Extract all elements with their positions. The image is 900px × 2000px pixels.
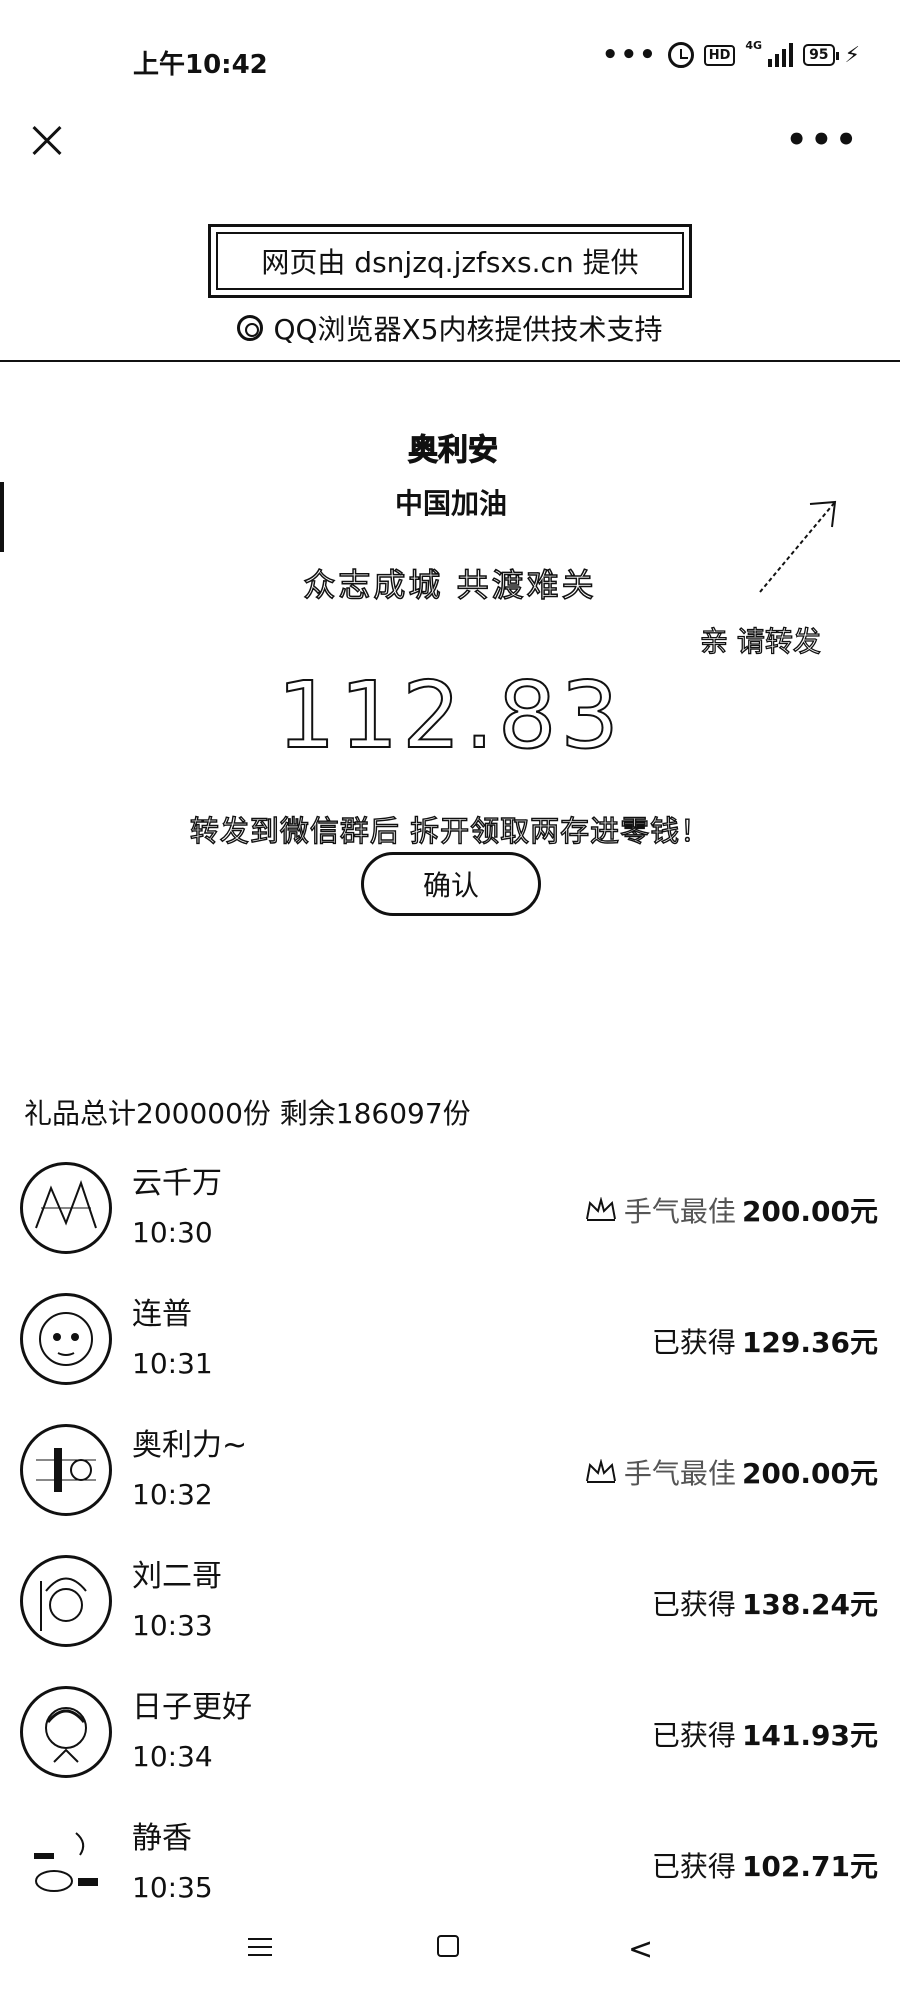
prize-amount: 200.00元 — [741, 1457, 878, 1490]
edge-mark — [0, 482, 4, 552]
red-packet-card: 奥利安 中国加油 众志成城 共渡难关 亲 请转发 112.83 转发到微信群后 … — [0, 362, 900, 1012]
prize-info: 已获得 141.93元 — [652, 1714, 878, 1754]
avatar — [20, 1817, 112, 1909]
recipient-name: 云千万 — [132, 1166, 222, 1201]
alarm-icon — [667, 42, 694, 68]
share-label: 亲 请转发 — [699, 624, 821, 658]
hd-icon: HD — [703, 44, 736, 66]
list-item[interactable]: 刘二哥 10:33 已获得 138.24元 — [0, 1543, 900, 1674]
recipient-time: 10:33 — [132, 1609, 213, 1642]
provider-banner: 网页由 dsnjzq.jzfsxs.cn 提供 — [208, 224, 692, 298]
share-hint: 转发到微信群后 拆开领取两存进零钱！ — [189, 813, 711, 848]
prize-label: 手气最佳 — [623, 1457, 736, 1490]
share-arrow-icon — [759, 500, 837, 593]
list-item[interactable]: 连普 10:31 已获得 129.36元 — [0, 1281, 900, 1412]
more-dots-icon: ••• — [601, 40, 658, 70]
prize-info: 手气最佳 200.00元 — [584, 1452, 878, 1492]
prize-info: 已获得 102.71元 — [652, 1845, 878, 1885]
recipient-name: 刘二哥 — [132, 1559, 222, 1594]
list-item[interactable]: 云千万 10:30 手气最佳 200.00元 — [0, 1150, 900, 1281]
qq-browser-icon — [237, 315, 264, 341]
recipient-time: 10:34 — [132, 1740, 213, 1773]
avatar — [20, 1686, 112, 1778]
packet-amount: 112.83 — [276, 661, 623, 770]
more-options-button[interactable]: ••• — [786, 120, 860, 160]
more-dots-icon: ••• — [785, 120, 860, 160]
prize-amount: 102.71元 — [741, 1850, 878, 1883]
avatar — [20, 1162, 112, 1254]
prize-label: 已获得 — [651, 1850, 736, 1883]
prize-label: 已获得 — [651, 1719, 736, 1752]
recipient-time: 10:35 — [132, 1871, 213, 1904]
prize-amount: 200.00元 — [741, 1195, 878, 1228]
list-item[interactable]: 奥利力~ 10:32 手气最佳 200.00元 — [0, 1412, 900, 1543]
prize-info: 已获得 138.24元 — [652, 1583, 878, 1623]
prize-amount: 141.93元 — [741, 1719, 878, 1752]
avatar — [20, 1293, 112, 1385]
avatar — [20, 1424, 112, 1516]
prize-amount: 129.36元 — [741, 1326, 878, 1359]
crown-icon — [585, 1459, 616, 1483]
system-nav-bar: < — [0, 1902, 900, 2000]
confirm-button[interactable]: 确认 — [361, 852, 541, 916]
recipient-name: 静香 — [132, 1821, 192, 1856]
prize-label: 已获得 — [651, 1588, 736, 1621]
prize-label: 手气最佳 — [623, 1195, 736, 1228]
recipient-name: 日子更好 — [132, 1690, 252, 1725]
recipient-time: 10:32 — [132, 1478, 213, 1511]
charging-icon: ⚡ — [844, 42, 860, 68]
list-item[interactable]: 日子更好 10:34 已获得 141.93元 — [0, 1674, 900, 1805]
status-time: 上午10:42 — [133, 50, 268, 80]
prize-label: 已获得 — [651, 1326, 736, 1359]
gift-summary: 礼品总计200000份 剩余186097份 — [24, 1097, 471, 1130]
prize-info: 已获得 129.36元 — [652, 1321, 878, 1361]
logo-subtitle: 中国加油 — [395, 487, 508, 520]
browser-note-text: QQ浏览器X5内核提供技术支持 — [273, 313, 663, 346]
recipient-time: 10:30 — [132, 1216, 213, 1249]
status-icons: ••• HD 4G 95 ⚡ — [601, 38, 860, 71]
provider-text: 网页由 dsnjzq.jzfsxs.cn 提供 — [216, 232, 684, 290]
recipient-name: 连普 — [132, 1297, 192, 1332]
crown-icon — [585, 1197, 616, 1221]
avatar — [20, 1555, 112, 1647]
battery-icon: 95 — [803, 44, 840, 66]
menu-icon[interactable] — [248, 1938, 272, 1958]
close-button[interactable] — [22, 116, 72, 166]
back-icon[interactable]: < — [628, 1932, 653, 1967]
recipient-list: 云千万 10:30 手气最佳 200.00元 连普 10:31 已获得 129.… — [0, 1150, 900, 1936]
network-type: 4G — [745, 38, 763, 52]
recipient-time: 10:31 — [132, 1347, 213, 1380]
signal-icon — [768, 43, 794, 67]
prize-amount: 138.24元 — [741, 1588, 878, 1621]
logo-badge: 奥利安 — [408, 433, 499, 469]
recipient-name: 奥利力~ — [132, 1428, 248, 1463]
prize-info: 手气最佳 200.00元 — [584, 1190, 878, 1230]
status-bar: 上午10:42 ••• HD 4G 95 ⚡ — [0, 0, 900, 112]
campaign-logo: 奥利安 中国加油 — [383, 412, 523, 522]
home-icon[interactable] — [437, 1935, 459, 1957]
browser-note: QQ浏览器X5内核提供技术支持 — [0, 308, 900, 348]
